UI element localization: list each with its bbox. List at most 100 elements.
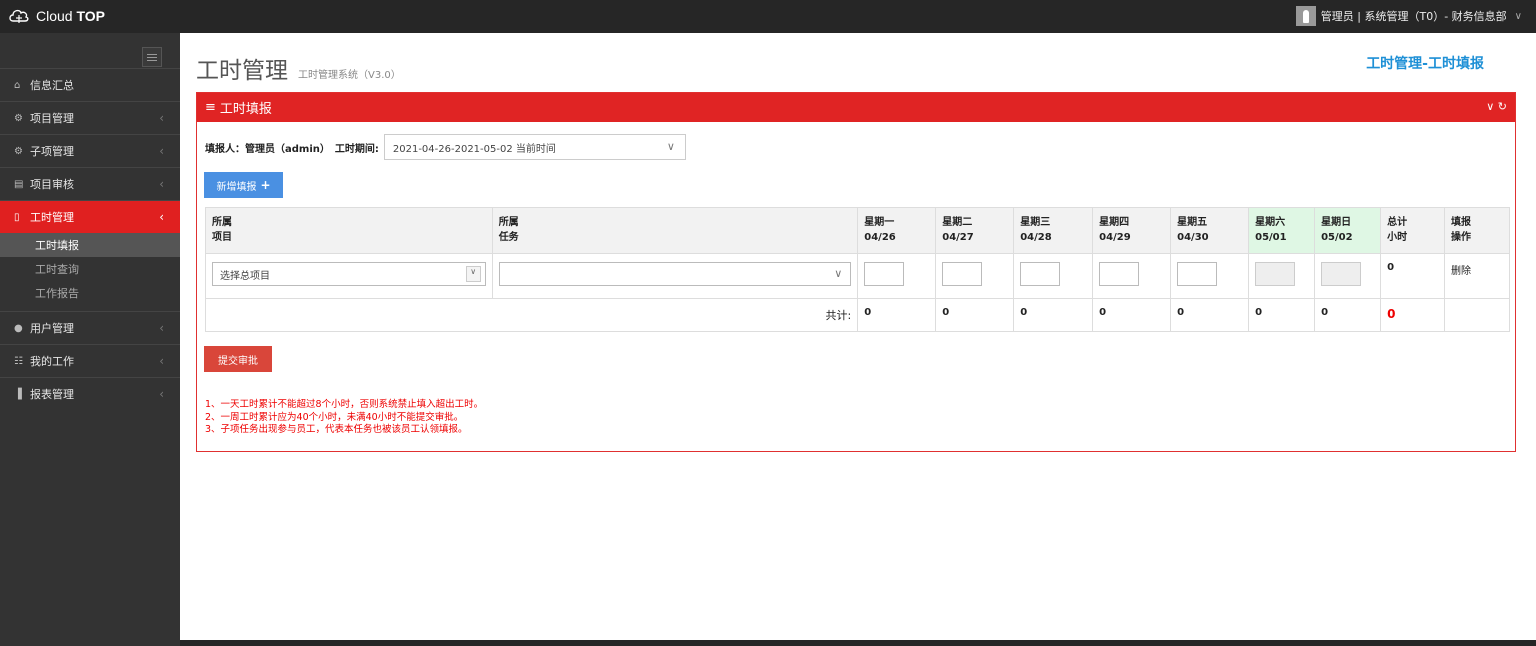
- sidebar-item-label: 用户管理: [30, 322, 74, 335]
- chevron-down-icon: ∨: [834, 267, 843, 280]
- sidebar-item-project-review[interactable]: ▤ 项目审核 ‹: [0, 167, 180, 200]
- hours-input-fri[interactable]: [1177, 262, 1218, 286]
- hours-input-wed[interactable]: [1020, 262, 1061, 286]
- chevron-left-icon: ‹: [159, 144, 164, 158]
- project-select[interactable]: 选择总项目 ∨: [212, 262, 486, 286]
- sidebar-subitem-timesheet-query[interactable]: 工时查询: [0, 257, 180, 281]
- chevron-down-icon: ∨: [666, 140, 675, 153]
- top-bar: Cloud TOP 管理员 | 系统管理（T0）- 财务信息部 ∨: [0, 0, 1536, 33]
- note-line: 1、一天工时累计不能超过8个小时，否则系统禁止填入超出工时。: [205, 399, 484, 410]
- sidebar-subitem-timesheet-entry[interactable]: 工时填报: [0, 233, 180, 257]
- sitemap-icon: ☷: [14, 355, 23, 367]
- home-icon: ⌂: [14, 79, 21, 91]
- project-placeholder: 选择总项目: [220, 270, 270, 282]
- bar-chart-icon: ▐: [14, 388, 22, 400]
- cogs-icon: ⚙: [14, 145, 23, 157]
- panel-title: 工时填报: [219, 102, 272, 117]
- bookmark-icon: ▯: [14, 211, 20, 223]
- main-content: 工时管理 工时管理系统（V3.0） 工时管理-工时填报 ≡ 工时填报 ∨ ↻ 填…: [180, 33, 1536, 640]
- sidebar-item-label: 我的工作: [30, 355, 74, 368]
- col-header-thu: 星期四 04/29: [1092, 207, 1172, 254]
- brand-name-regular: Cloud: [36, 8, 73, 24]
- delete-link[interactable]: 删除: [1444, 253, 1510, 299]
- list-icon: ≡: [205, 100, 216, 115]
- page-title: 工时管理: [196, 58, 288, 84]
- panel-header: ≡ 工时填报 ∨ ↻: [197, 93, 1515, 122]
- dropdown-arrow-icon: ∨: [465, 266, 481, 282]
- empty-cell: [1444, 298, 1510, 332]
- collapse-icon[interactable]: ∨: [1486, 100, 1494, 113]
- chevron-left-icon: ‹: [159, 111, 164, 125]
- sidebar-item-info-summary[interactable]: ⌂ 信息汇总: [0, 68, 180, 101]
- total-thu: 0: [1092, 298, 1172, 332]
- period-label: 工时期间:: [334, 143, 379, 155]
- submit-approval-button[interactable]: 提交审批: [204, 346, 272, 372]
- add-entry-label: 新增填报: [216, 181, 257, 193]
- sidebar-item-user-management[interactable]: ● 用户管理 ‹: [0, 311, 180, 344]
- sidebar-item-report-management[interactable]: ▐ 报表管理 ‹: [0, 377, 180, 410]
- sidebar-submenu: 工时填报 工时查询 工作报告: [0, 233, 180, 305]
- col-header-sun: 星期日 05/02: [1314, 207, 1382, 254]
- sidebar-toggle-button[interactable]: [142, 47, 162, 67]
- totals-label: 共计:: [204, 298, 859, 332]
- note-line: 3、子项任务出现参与员工，代表本任务也被该员工认领填报。: [205, 424, 468, 435]
- sidebar-item-label: 项目审核: [30, 178, 74, 191]
- footer-bar: [180, 640, 1536, 646]
- note-line: 2、一周工时累计应为40个小时，未满40小时不能提交审批。: [205, 411, 464, 423]
- table-row: 选择总项目 ∨ ∨ 0 删除: [205, 253, 1510, 299]
- user-icon: ●: [14, 322, 23, 334]
- chevron-left-icon: ‹: [159, 210, 164, 224]
- col-header-total: 总计 小时: [1380, 207, 1446, 254]
- hours-input-sat: [1255, 262, 1296, 286]
- chevron-down-icon: ∨: [1514, 10, 1522, 22]
- totals-row: 共计: 0 0 0 0 0 0 0 0: [204, 298, 1510, 332]
- notes: 1、一天工时累计不能超过8个小时，否则系统禁止填入超出工时。 2、一周工时累计应…: [205, 399, 483, 437]
- chevron-left-icon: ‹: [159, 321, 164, 335]
- sidebar-item-my-work[interactable]: ☷ 我的工作 ‹: [0, 344, 180, 377]
- period-value: 2021-04-26-2021-05-02 当前时间: [392, 143, 556, 155]
- hours-input-mon[interactable]: [864, 262, 905, 286]
- sidebar-item-subitem-management[interactable]: ⚙ 子项管理 ‹: [0, 134, 180, 167]
- panel-tools: ∨ ↻: [1486, 100, 1507, 113]
- refresh-icon[interactable]: ↻: [1498, 100, 1507, 113]
- cloud-logo-icon: [9, 9, 29, 23]
- page-header: 工时管理 工时管理系统（V3.0）: [196, 51, 401, 85]
- brand-name-bold: TOP: [76, 8, 106, 24]
- hours-input-tue[interactable]: [942, 262, 983, 286]
- total-fri: 0: [1170, 298, 1250, 332]
- total-tue: 0: [935, 298, 1015, 332]
- hours-input-thu[interactable]: [1099, 262, 1140, 286]
- task-select[interactable]: ∨: [498, 262, 852, 286]
- chevron-left-icon: ‹: [159, 177, 164, 191]
- sidebar: ⌂ 信息汇总 ⚙ 项目管理 ‹ ⚙ 子项管理 ‹ ▤ 项目审核 ‹ ▯ 工时管理 ‹ 工时填报 工…: [0, 33, 180, 646]
- period-select[interactable]: 2021-04-26-2021-05-02 当前时间 ∨: [383, 134, 686, 160]
- sidebar-item-label: 信息汇总: [30, 79, 74, 92]
- grand-total: 0: [1380, 298, 1446, 332]
- timesheet-table: 所属 项目 所属 任务 星期一 04/26 星期二 04/27 星期三 04/28 星期四…: [204, 207, 1510, 332]
- col-header-sat: 星期六 05/01: [1248, 207, 1316, 254]
- hours-input-sun: [1321, 262, 1362, 286]
- sidebar-subitem-work-report[interactable]: 工作报告: [0, 281, 180, 305]
- add-entry-button[interactable]: 新增填报 +: [204, 172, 283, 198]
- sidebar-item-label: 工时管理: [30, 211, 74, 224]
- chevron-left-icon: ‹: [159, 354, 164, 368]
- logo[interactable]: Cloud TOP: [8, 6, 105, 26]
- sidebar-item-label: 子项管理: [30, 145, 74, 158]
- sidebar-item-project-management[interactable]: ⚙ 项目管理 ‹: [0, 101, 180, 134]
- total-sat: 0: [1248, 298, 1316, 332]
- plus-icon: +: [260, 178, 271, 192]
- sidebar-item-timesheet-management[interactable]: ▯ 工时管理 ‹: [0, 200, 180, 233]
- reporter-label: 填报人：管理员（admin）: [205, 143, 330, 155]
- total-mon: 0: [857, 298, 937, 332]
- sidebar-menu: ⌂ 信息汇总 ⚙ 项目管理 ‹ ⚙ 子项管理 ‹ ▤ 项目审核 ‹ ▯ 工时管理 ‹ 工时填报 工…: [0, 68, 180, 410]
- timesheet-panel: ≡ 工时填报 ∨ ↻ 填报人：管理员（admin） 工时期间: 2021-04-…: [196, 92, 1516, 452]
- page-subtitle: 工时管理系统（V3.0）: [298, 70, 401, 81]
- total-sun: 0: [1314, 298, 1382, 332]
- col-header-project: 所属 项目: [205, 207, 493, 254]
- document-icon: ▤: [14, 178, 24, 190]
- user-menu[interactable]: 管理员 | 系统管理（T0）- 财务信息部 ∨: [1295, 6, 1522, 26]
- avatar: [1295, 6, 1316, 26]
- total-wed: 0: [1013, 298, 1094, 332]
- col-header-wed: 星期三 04/28: [1013, 207, 1094, 254]
- col-header-mon: 星期一 04/26: [857, 207, 937, 254]
